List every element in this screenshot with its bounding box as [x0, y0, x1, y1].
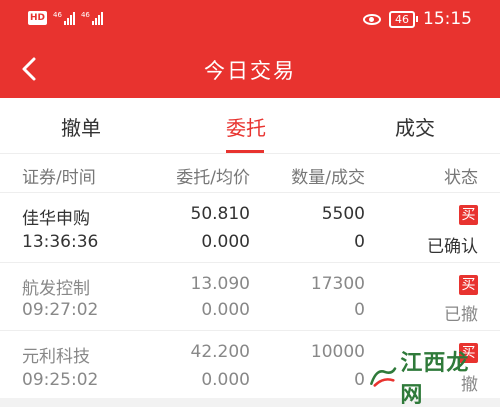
- row-divider: [0, 262, 500, 263]
- page-title: 今日交易: [204, 59, 296, 83]
- app-header: HD 46 46 46 15:15 今日交易: [0, 0, 500, 98]
- col-header-status: 状态: [444, 168, 478, 188]
- hd-badge: HD: [28, 11, 48, 25]
- row-status: 已撤: [444, 305, 478, 325]
- row-security-name: 元利科技: [22, 347, 90, 367]
- eye-icon: [363, 13, 381, 25]
- buy-badge: 买: [459, 205, 478, 225]
- tab-bar: 撤单 委托 成交: [0, 98, 500, 154]
- row-price: 13.090: [190, 274, 250, 294]
- header-divider: [0, 192, 500, 193]
- row-quantity: 10000: [310, 342, 365, 362]
- buy-badge: 买: [459, 275, 478, 295]
- row-filled: 0: [354, 232, 365, 252]
- row-time: 13:36:36: [22, 232, 99, 252]
- row-avg-price: 0.000: [201, 232, 250, 252]
- battery-icon: 46: [389, 10, 418, 28]
- row-time: 09:27:02: [22, 300, 99, 320]
- row-avg-price: 0.000: [201, 300, 250, 320]
- tab-cancel-order[interactable]: 撤单: [61, 112, 101, 141]
- row-divider: [0, 330, 500, 331]
- tab-orders[interactable]: 委托: [226, 112, 266, 141]
- watermark-text: 江西龙网: [400, 350, 470, 407]
- col-header-qty-filled: 数量/成交: [291, 168, 365, 188]
- row-status: 已确认: [427, 237, 478, 257]
- signal-icon: 46: [53, 11, 75, 25]
- active-tab-indicator: [226, 150, 264, 153]
- col-header-security-time: 证券/时间: [22, 168, 96, 188]
- row-price: 50.810: [190, 204, 250, 224]
- signal-icon-2: 46: [81, 11, 103, 25]
- row-filled: 0: [354, 370, 365, 390]
- clock: 15:15: [423, 9, 472, 29]
- status-bar: HD 46 46 46 15:15: [0, 0, 500, 38]
- tab-deals[interactable]: 成交: [395, 112, 435, 141]
- row-filled: 0: [354, 300, 365, 320]
- row-price: 42.200: [190, 342, 250, 362]
- row-time: 09:25:02: [22, 370, 99, 390]
- row-avg-price: 0.000: [201, 370, 250, 390]
- row-quantity: 17300: [310, 274, 365, 294]
- watermark: 江西龙网: [368, 350, 478, 407]
- watermark-logo-icon: [370, 367, 397, 387]
- row-quantity: 5500: [321, 204, 365, 224]
- col-header-price-avg: 委托/均价: [176, 168, 250, 188]
- row-security-name: 航发控制: [22, 279, 90, 299]
- row-security-name: 佳华申购: [22, 209, 90, 229]
